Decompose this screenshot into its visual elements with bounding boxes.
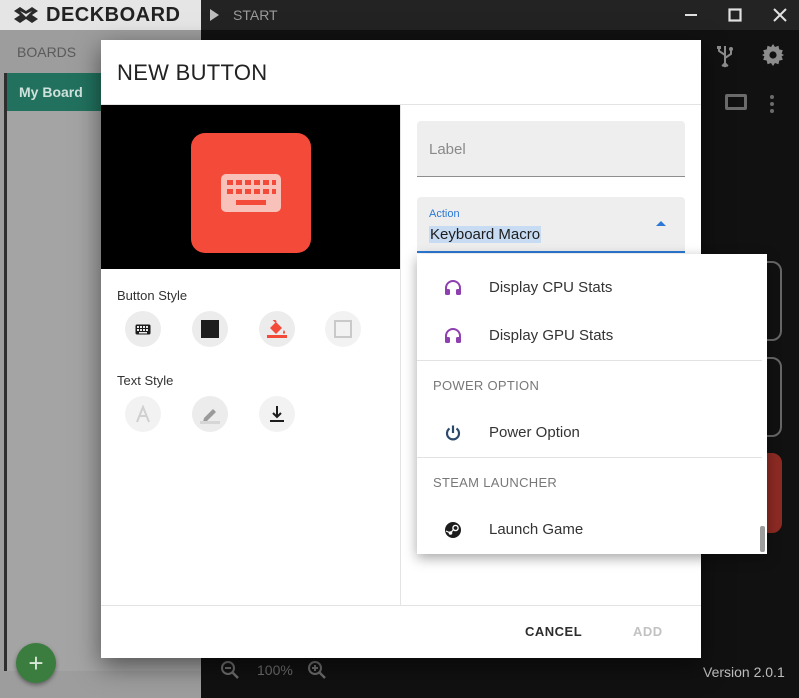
action-select[interactable]: Action Keyboard Macro	[417, 197, 685, 253]
menu-divider	[417, 457, 762, 458]
label-placeholder: Label	[429, 141, 466, 158]
text-position-button[interactable]	[259, 396, 295, 432]
add-button[interactable]: ADD	[633, 624, 663, 639]
zoom-out-icon[interactable]	[220, 660, 240, 680]
menu-group-header: STEAM LAUNCHER	[433, 475, 558, 490]
menu-item-launch-game[interactable]: Launch Game	[417, 506, 762, 554]
divider	[400, 105, 401, 605]
style-icon-button[interactable]	[125, 311, 161, 347]
menu-item-label: Launch Game	[489, 521, 584, 538]
play-icon	[210, 9, 219, 21]
zoom-in-icon[interactable]	[307, 660, 327, 680]
divider	[101, 605, 701, 606]
action-caption: Action	[429, 208, 460, 220]
style-color-button[interactable]	[259, 311, 295, 347]
pen-icon	[200, 409, 220, 424]
menu-item-power-option[interactable]: Power Option	[417, 409, 762, 457]
screen-mode-icon[interactable]	[725, 94, 747, 110]
brand: DECKBOARD	[0, 0, 201, 30]
keyboard-icon	[221, 174, 281, 212]
steam-icon	[443, 520, 463, 540]
gear-icon[interactable]	[761, 43, 785, 67]
minimize-button[interactable]	[676, 0, 706, 30]
text-color-button[interactable]	[192, 396, 228, 432]
close-button[interactable]	[765, 0, 795, 30]
menu-divider	[417, 360, 762, 361]
button-style-label: Button Style	[117, 288, 188, 303]
brand-title: DECKBOARD	[46, 3, 181, 26]
power-icon	[443, 423, 463, 443]
menu-group-header: POWER OPTION	[433, 378, 540, 393]
boards-label: BOARDS	[17, 44, 77, 60]
paint-bucket-icon	[267, 320, 287, 338]
style-solid-button[interactable]	[192, 311, 228, 347]
zoom-bar: 100%	[220, 658, 327, 682]
style-outline-button[interactable]	[325, 311, 361, 347]
menu-item-label: Display CPU Stats	[489, 279, 613, 296]
start-button[interactable]: START	[210, 0, 278, 30]
minimize-icon	[685, 14, 697, 16]
deckboard-logo-icon	[14, 7, 38, 23]
align-bottom-icon	[270, 406, 284, 422]
font-letter-icon	[136, 405, 150, 423]
preview-button-tile[interactable]	[191, 133, 311, 253]
cancel-button[interactable]: CANCEL	[525, 624, 582, 639]
action-dropdown-menu: Display CPU Stats Display GPU Stats POWE…	[417, 254, 767, 554]
close-icon	[773, 8, 787, 22]
headphones-icon	[443, 278, 463, 298]
more-vert-icon[interactable]	[770, 95, 775, 113]
zoom-level: 100%	[257, 662, 293, 678]
square-filled-icon	[201, 320, 219, 338]
menu-item-label: Power Option	[489, 424, 580, 441]
square-outline-icon	[334, 320, 352, 338]
version-label: Version 2.0.1	[703, 664, 785, 680]
usb-icon[interactable]	[714, 44, 736, 68]
headphones-icon	[443, 326, 463, 346]
keyboard-icon	[135, 324, 151, 334]
label-input[interactable]: Label	[417, 121, 685, 177]
menu-item-display-cpu-stats[interactable]: Display CPU Stats	[417, 264, 762, 312]
chevron-up-icon	[656, 221, 666, 226]
add-board-button[interactable]: +	[16, 643, 56, 683]
dialog-title: NEW BUTTON	[117, 60, 268, 85]
text-style-label: Text Style	[117, 373, 174, 388]
button-preview	[101, 105, 400, 269]
menu-item-display-gpu-stats[interactable]: Display GPU Stats	[417, 312, 762, 360]
menu-item-label: Display GPU Stats	[489, 327, 614, 344]
scrollbar-thumb[interactable]	[760, 526, 765, 552]
start-label: START	[233, 7, 278, 23]
maximize-button[interactable]	[720, 0, 750, 30]
text-font-button[interactable]	[125, 396, 161, 432]
action-value: Keyboard Macro	[429, 226, 542, 243]
maximize-icon	[728, 8, 742, 22]
